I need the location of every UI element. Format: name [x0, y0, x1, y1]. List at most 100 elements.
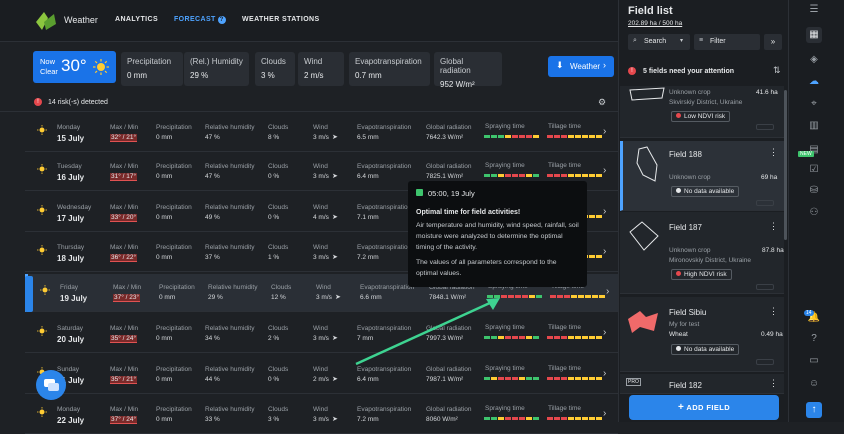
col-label: Wind [313, 244, 328, 251]
radiation-value: 7987.1 W/m² [426, 376, 464, 383]
chevron-right-icon[interactable]: › [603, 246, 606, 257]
col-label: Relative humidity [208, 284, 258, 291]
card-value: 2 m/s [304, 71, 324, 80]
field-card[interactable]: PRO Field 182 ⋮ [620, 374, 784, 394]
clouds-value: 0 % [268, 376, 280, 383]
bar-chart-icon[interactable]: ▥ [806, 118, 822, 134]
chevron-right-icon[interactable]: › [603, 368, 606, 379]
notification-count: 14 [804, 310, 814, 316]
more-options-icon[interactable]: ⋮ [769, 147, 778, 158]
col-label: Precipitation [159, 284, 195, 291]
more-options-icon[interactable]: ⋮ [769, 378, 778, 389]
nav-analytics[interactable]: ANALYTICS [115, 16, 158, 23]
chevron-right-icon[interactable]: › [603, 165, 606, 176]
field-card[interactable]: Field 188 ⋮ Unknown crop 69 ha No data a… [620, 141, 784, 211]
chevron-right-icon[interactable]: › [603, 126, 606, 137]
col-label: Wind [313, 325, 328, 332]
wind-value: 4 m/s [313, 214, 329, 221]
now-card: Now Clear 30° [33, 51, 116, 83]
col-label: Evapotranspiration [357, 124, 412, 131]
wind-value: 3 m/s [313, 335, 329, 342]
wind-direction-icon: ➤ [332, 134, 338, 141]
forecast-row[interactable]: Sunday 21 July Max / Min 35° / 21° Precipita… [25, 356, 618, 394]
col-label: Global radiation [426, 163, 472, 170]
col-label: Wind [313, 163, 328, 170]
database-icon[interactable]: ⛁ [806, 183, 822, 199]
col-label: Max / Min [110, 325, 139, 332]
evap-value: 7.2 mm [357, 254, 379, 261]
cloud-icon[interactable]: ☁ [806, 74, 822, 90]
spraying-time-bar[interactable] [484, 377, 540, 380]
forecast-row[interactable]: Monday 15 July Max / Min 32° / 21° Precipita… [25, 114, 618, 152]
tillage-time-bar[interactable] [547, 336, 603, 339]
search-button[interactable]: ⌕ Search ▾ [628, 34, 690, 50]
weather-download-button[interactable]: ⬇ Weather › [548, 56, 614, 77]
location-pin-icon[interactable]: ⌖ [806, 96, 822, 112]
filter-button[interactable]: ≡ Filter [694, 34, 760, 50]
scrollbar[interactable] [784, 90, 787, 240]
col-label: Tillage time [548, 162, 581, 169]
chevron-right-icon[interactable]: › [603, 408, 606, 419]
calendar-icon[interactable]: ▦ [806, 27, 822, 43]
field-shape-icon [629, 87, 665, 101]
chat-button[interactable] [36, 370, 66, 400]
field-card[interactable]: Field Sibiu ⋮ My for test Wheat 0.49 ha … [620, 297, 784, 372]
col-label: Precipitation [156, 366, 192, 373]
card-value: 3 % [261, 71, 275, 80]
more-options-icon[interactable]: ⋮ [769, 221, 778, 232]
chevron-right-icon[interactable]: › [606, 286, 609, 297]
layers-icon[interactable]: ◈ [806, 52, 822, 68]
nav-weather-stations[interactable]: WEATHER STATIONS [242, 16, 320, 23]
col-label: Relative humidity [205, 124, 255, 131]
card-label: Global radiation [440, 57, 471, 75]
field-card[interactable]: Unknown crop 41.6 ha Skvirskiy District,… [620, 86, 784, 138]
clouds-value: 0 % [268, 214, 280, 221]
tillage-time-bar[interactable] [550, 295, 606, 298]
pro-badge: PRO [626, 378, 641, 386]
help-icon[interactable]: ? [217, 16, 226, 24]
field-card[interactable]: Field 187 ⋮ Unknown crop 87.8 ha Mironov… [620, 212, 784, 294]
field-location: Wheat [669, 331, 688, 338]
tillage-time-bar[interactable] [547, 377, 603, 380]
settings-sliders-icon[interactable]: ⚙ [598, 97, 606, 108]
radiation-value: 7642.3 W/m² [426, 134, 464, 141]
humidity-value: 49 % [205, 214, 220, 221]
col-label: Tillage time [548, 405, 581, 412]
alert-icon: ! [34, 98, 42, 106]
clouds-value: 12 % [271, 294, 286, 301]
sort-icon[interactable]: ⇅ [773, 65, 781, 76]
forecast-row[interactable]: Saturday 20 July Max / Min 35° / 24° Precipi… [25, 315, 618, 353]
card-value: 29 % [190, 71, 209, 80]
tillage-time-bar[interactable] [547, 135, 603, 138]
spraying-time-bar[interactable] [484, 417, 540, 420]
add-field-button[interactable]: + ADD FIELD [629, 395, 779, 420]
tillage-time-bar[interactable] [547, 174, 603, 177]
forecast-row[interactable]: Monday 22 July Max / Min 37° / 24° Precipita… [25, 396, 618, 434]
sun-icon [37, 326, 47, 336]
help-icon[interactable]: ? [806, 331, 822, 347]
menu-icon[interactable]: ☰ [806, 2, 822, 18]
hierarchy-icon[interactable]: ⚇ [806, 205, 822, 221]
spraying-time-bar[interactable] [484, 135, 540, 138]
day-date: 20 July [57, 335, 85, 344]
tillage-time-bar[interactable] [547, 417, 603, 420]
chevron-right-icon[interactable]: › [603, 327, 606, 338]
nav-forecast[interactable]: FORECAST? [174, 16, 226, 24]
spraying-time-bar[interactable] [484, 174, 540, 177]
collapse-panel-button[interactable]: » [764, 34, 782, 50]
more-options-icon[interactable]: ⋮ [769, 306, 778, 317]
user-icon[interactable]: ☺ [806, 376, 822, 392]
col-label: Max / Min [110, 163, 139, 170]
risk-count: 14 risk(-s) detected [48, 99, 108, 106]
scroll-top-icon[interactable]: ↑ [806, 402, 822, 418]
filter-label: Filter [710, 38, 726, 45]
col-label: Precipitation [156, 163, 192, 170]
monitor-icon[interactable]: ▭ [806, 353, 822, 369]
col-label: Precipitation [156, 124, 192, 131]
col-label: Relative humidity [205, 325, 255, 332]
sun-icon [37, 205, 47, 215]
chevron-right-icon[interactable]: › [603, 206, 606, 217]
task-list-icon[interactable]: ☑ [806, 162, 822, 178]
field-shape-icon [636, 146, 658, 182]
clouds-value: 8 % [268, 134, 280, 141]
